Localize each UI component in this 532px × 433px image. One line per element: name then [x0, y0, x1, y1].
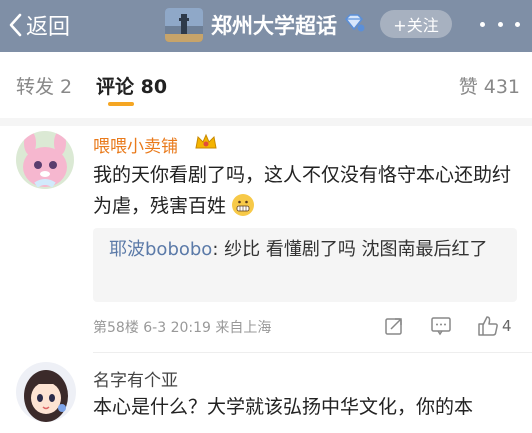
comment-meta: 第58楼 6-3 20:19 来自上海	[93, 320, 272, 336]
share-icon	[385, 318, 402, 335]
reply-button[interactable]	[430, 312, 452, 340]
avatar[interactable]	[16, 131, 74, 189]
comment-separator	[93, 352, 532, 353]
topic-title-group[interactable]: 郑州大学超话	[165, 8, 365, 42]
like-count: 4	[502, 317, 512, 335]
thumbs-up-icon	[478, 316, 498, 336]
follow-button[interactable]: +关注	[380, 10, 452, 38]
reply-body: : 纱比 看懂剧了吗 沈图南最后红了	[212, 239, 488, 260]
more-options-icon[interactable]	[480, 14, 520, 34]
reply-preview[interactable]: 耶波bobobo: 纱比 看懂剧了吗 沈图南最后红了	[93, 228, 517, 302]
tab-likes[interactable]: 赞 431	[459, 72, 520, 99]
chevron-left-icon	[9, 13, 22, 37]
tab-forward[interactable]: 转发 2	[16, 72, 72, 99]
top-nav-bar: 返回 郑州大学超话 +关注	[0, 0, 532, 52]
comment-body: 本心是什么？大学就该弘扬中华文化，你的本	[93, 396, 474, 418]
section-divider	[0, 118, 532, 126]
active-tab-indicator	[108, 102, 134, 106]
tab-comments[interactable]: 评论 80	[96, 72, 167, 99]
comment-body: 我的天你看剧了吗，这人不仅没有恪守本心还助纣为虐，残害百姓	[93, 164, 512, 217]
topic-thumbnail	[165, 8, 203, 42]
comment-username[interactable]: 喂喂小卖铺	[93, 132, 178, 157]
tab-bar: 转发 2 评论 80 赞 431	[0, 52, 532, 118]
crown-badge-icon	[194, 132, 218, 156]
comment-text: 本心是什么？大学就该弘扬中华文化，你的本	[93, 392, 513, 423]
share-button[interactable]	[384, 312, 404, 340]
grimace-emoji-icon	[232, 194, 255, 216]
comment-icon	[431, 317, 451, 336]
reply-username[interactable]: 耶波bobobo	[109, 239, 212, 260]
avatar[interactable]	[16, 362, 76, 422]
comment-username[interactable]: 名字有个亚	[93, 366, 178, 391]
reply-content: 耶波bobobo: 纱比 看懂剧了吗 沈图南最后红了	[109, 236, 505, 264]
topic-title: 郑州大学超话	[211, 14, 337, 38]
back-label: 返回	[26, 15, 71, 40]
back-button[interactable]: 返回	[8, 10, 70, 40]
comment-text: 我的天你看剧了吗，这人不仅没有恪守本心还助纣为虐，残害百姓	[93, 160, 513, 222]
diamond-badge-icon	[343, 14, 365, 36]
like-button[interactable]: 4	[477, 312, 512, 340]
